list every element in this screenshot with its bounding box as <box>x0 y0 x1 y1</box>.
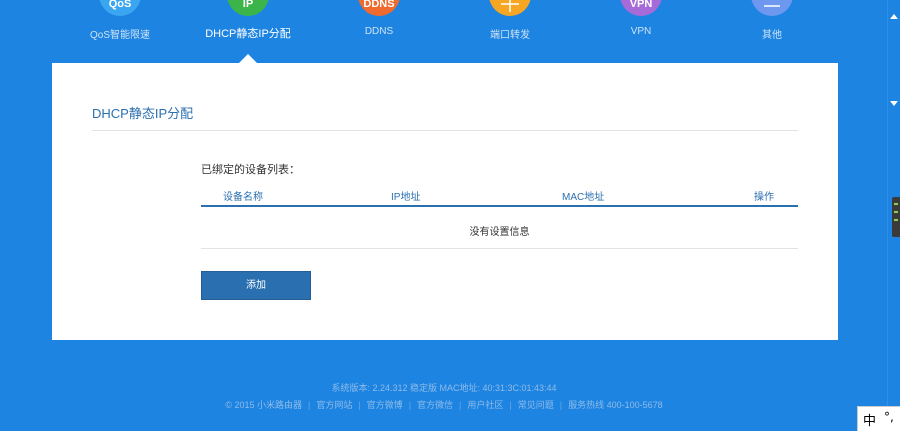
nav-label-ddns: DDNS <box>364 26 394 37</box>
nav-label-vpn: VPN <box>630 26 652 37</box>
top-nav: QoS QoS智能限速 IP DHCP静态IP分配 DDNS DDNS 端口转发… <box>0 0 888 63</box>
qos-icon: QoS <box>99 0 141 16</box>
ime-punctuation[interactable]: °, <box>884 410 894 424</box>
scroll-up-icon[interactable] <box>890 14 898 19</box>
ime-indicator[interactable]: 中 °, <box>857 406 900 431</box>
system-info: 系统版本: 2.24.312 稳定版 MAC地址: 40:31:3C:01:43… <box>331 383 557 393</box>
vpn-icon: VPN <box>620 0 662 16</box>
footer-links: © 2015 小米路由器 | 官方网站 | 官方微博 | 官方微信 | 用户社区 | 常见问题 | 服务… <box>225 400 663 410</box>
port-forward-glyph-icon <box>501 0 519 12</box>
title-divider <box>92 130 798 131</box>
dhcp-static-ip-panel: DHCP静态IP分配 已绑定的设备列表： 设备名称 IP地址 MAC地址 操作 … <box>52 63 838 340</box>
active-tab-pointer <box>239 54 257 63</box>
link-official-weibo[interactable]: 官方微博 <box>367 400 403 410</box>
nav-label-dhcp: DHCP静态IP分配 <box>205 28 291 40</box>
menu-lines-icon <box>764 5 780 7</box>
link-user-community[interactable]: 用户社区 <box>467 400 503 410</box>
table-empty-row: 没有设置信息 <box>201 207 798 249</box>
nav-label-qos: QoS智能限速 <box>89 30 150 41</box>
copyright: © 2015 小米路由器 <box>225 400 302 410</box>
column-device-name: 设备名称 <box>223 192 263 203</box>
column-mac-address: MAC地址 <box>562 192 605 203</box>
scroll-down-icon[interactable] <box>890 101 898 106</box>
add-button[interactable]: 添加 <box>201 271 311 300</box>
table-header: 设备名称 IP地址 MAC地址 操作 <box>201 184 798 207</box>
link-faq[interactable]: 常见问题 <box>518 400 554 410</box>
ddns-icon: DDNS <box>358 0 400 16</box>
link-official-wechat[interactable]: 官方微信 <box>417 400 453 410</box>
empty-message: 没有设置信息 <box>469 227 530 238</box>
service-hotline: 服务热线 400-100-5678 <box>568 400 663 410</box>
page-title: DHCP静态IP分配 <box>92 106 194 121</box>
port-forward-icon <box>489 0 531 16</box>
nav-label-port-forward: 端口转发 <box>490 30 530 41</box>
column-ip-address: IP地址 <box>391 192 421 203</box>
nav-label-other: 其他 <box>762 30 782 41</box>
link-official-site[interactable]: 官方网站 <box>316 400 352 410</box>
column-actions: 操作 <box>754 192 774 203</box>
side-widget-handle[interactable] <box>892 197 900 237</box>
other-icon <box>751 0 793 16</box>
bound-device-list-title: 已绑定的设备列表： <box>201 164 300 176</box>
bound-device-table: 设备名称 IP地址 MAC地址 操作 没有设置信息 <box>201 184 798 249</box>
ime-mode[interactable]: 中 <box>863 410 876 429</box>
ip-icon: IP <box>227 0 269 16</box>
